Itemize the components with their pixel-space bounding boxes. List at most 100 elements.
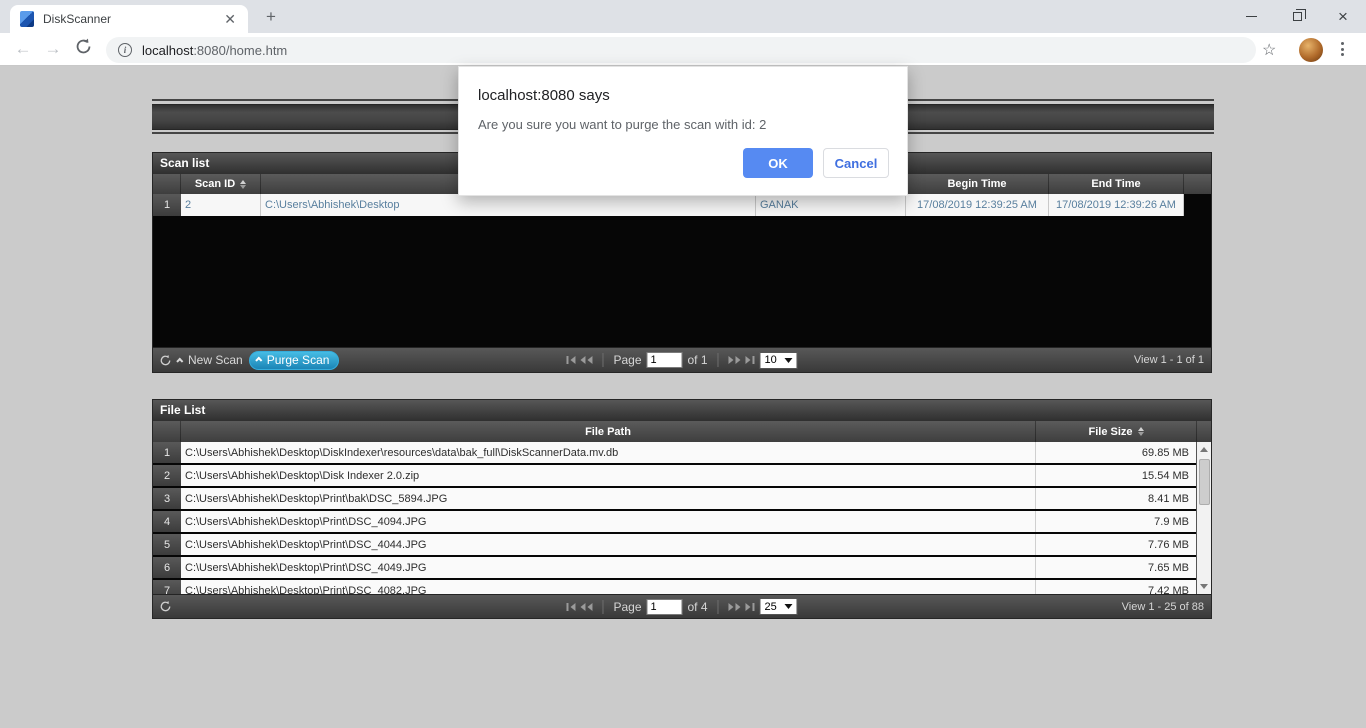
begin-time-cell: 17/08/2019 12:39:25 AM xyxy=(906,194,1049,216)
minimize-icon xyxy=(1245,16,1257,17)
tab-title: DiskScanner xyxy=(43,12,112,26)
arrow-down-icon xyxy=(1200,584,1208,589)
next-page-button[interactable] xyxy=(728,602,741,611)
file-size-cell: 7.76 MB xyxy=(1036,534,1197,555)
refresh-icon xyxy=(76,38,90,54)
end-time-column-header[interactable]: End Time xyxy=(1049,174,1184,194)
ok-button[interactable]: OK xyxy=(743,148,813,178)
first-page-button[interactable] xyxy=(566,602,576,611)
sort-icon xyxy=(1137,427,1144,436)
browser-menu-icon[interactable] xyxy=(1341,42,1344,56)
file-row[interactable]: 5 C:\Users\Abhishek\Desktop\Print\DSC_40… xyxy=(153,534,1211,555)
scan-id-cell: 2 xyxy=(181,194,261,216)
scan-id-header-label: Scan ID xyxy=(194,178,236,190)
page-label: Page xyxy=(613,599,642,614)
row-number-cell: 3 xyxy=(153,488,181,509)
file-list-caption: File List xyxy=(153,400,1211,421)
begin-time-header-label: Begin Time xyxy=(947,178,1007,190)
dialog-message: Are you sure you want to purge the scan … xyxy=(478,117,767,132)
file-size-cell: 8.41 MB xyxy=(1036,488,1197,509)
view-range-label: View 1 - 25 of 88 xyxy=(1121,600,1204,613)
tab-strip: DiskScanner ✕ + × xyxy=(0,0,1366,33)
file-list-pager: Page of 4 25 View 1 - 25 of 88 xyxy=(153,594,1211,618)
rownum-header xyxy=(153,421,181,442)
file-path-cell: C:\Users\Abhishek\Desktop\Disk Indexer 2… xyxy=(181,465,1036,486)
forward-button[interactable]: → xyxy=(38,39,68,59)
bookmark-star-icon[interactable]: ☆ xyxy=(1262,40,1276,60)
url-suffix: :8080/home.htm xyxy=(193,42,288,58)
scroll-down-button[interactable] xyxy=(1197,579,1212,594)
confirm-dialog: localhost:8080 says Are you sure you wan… xyxy=(458,66,908,196)
scan-row[interactable]: 1 2 C:\Users\Abhishek\Desktop GANAK 17/0… xyxy=(153,194,1211,216)
scan-directory-cell: C:\Users\Abhishek\Desktop xyxy=(261,194,756,216)
close-icon: × xyxy=(1338,7,1348,26)
restore-icon xyxy=(1292,9,1306,21)
file-list-header: File Path File Size xyxy=(153,421,1211,442)
page-number-input[interactable] xyxy=(646,352,683,368)
minimize-button[interactable] xyxy=(1228,0,1274,33)
purge-scan-label: Purge Scan xyxy=(266,352,330,367)
file-row[interactable]: 6 C:\Users\Abhishek\Desktop\Print\DSC_40… xyxy=(153,557,1211,578)
file-path-cell: C:\Users\Abhishek\Desktop\Print\DSC_4049… xyxy=(181,557,1036,578)
page-info-icon[interactable]: i xyxy=(118,43,132,57)
file-size-cell: 69.85 MB xyxy=(1036,442,1197,463)
file-row[interactable]: 2 C:\Users\Abhishek\Desktop\Disk Indexer… xyxy=(153,465,1211,486)
purge-scan-button[interactable]: Purge Scan xyxy=(248,350,340,370)
browser-tab[interactable]: DiskScanner ✕ xyxy=(10,5,248,33)
file-path-cell: C:\Users\Abhishek\Desktop\DiskIndexer\re… xyxy=(181,442,1036,463)
page-count-label: of 4 xyxy=(687,599,708,614)
reload-grid-icon[interactable] xyxy=(159,354,172,367)
scrollbar-thumb[interactable] xyxy=(1198,459,1210,505)
vertical-scrollbar[interactable] xyxy=(1196,442,1211,594)
new-scan-button[interactable]: New Scan xyxy=(176,353,243,367)
row-number-cell: 2 xyxy=(153,465,181,486)
file-row[interactable]: 7 C:\Users\Abhishek\Desktop\Print\DSC_40… xyxy=(153,580,1211,594)
back-button[interactable]: ← xyxy=(8,39,38,59)
row-number-cell: 1 xyxy=(153,442,181,463)
dropdown-arrow-icon xyxy=(784,357,793,363)
next-page-button[interactable] xyxy=(728,356,741,364)
chevron-up-icon xyxy=(176,357,184,365)
scan-id-column-header[interactable]: Scan ID xyxy=(181,174,261,194)
cancel-button[interactable]: Cancel xyxy=(823,148,889,178)
file-size-cell: 7.42 MB xyxy=(1036,580,1197,594)
scan-list-body: 1 2 C:\Users\Abhishek\Desktop GANAK 17/0… xyxy=(153,194,1211,347)
file-path-column-header[interactable]: File Path xyxy=(181,421,1036,442)
last-page-button[interactable] xyxy=(745,356,755,364)
computer-name-cell: GANAK xyxy=(756,194,906,216)
header-filler xyxy=(1197,421,1211,442)
file-path-header-label: File Path xyxy=(585,425,631,438)
scroll-up-button[interactable] xyxy=(1197,442,1212,457)
dialog-title: localhost:8080 says xyxy=(478,87,610,104)
chevron-up-icon xyxy=(254,356,263,364)
last-page-button[interactable] xyxy=(745,602,755,611)
reload-grid-icon[interactable] xyxy=(159,600,172,613)
file-size-column-header[interactable]: File Size xyxy=(1036,421,1197,442)
view-range-label: View 1 - 1 of 1 xyxy=(1133,354,1204,366)
begin-time-column-header[interactable]: Begin Time xyxy=(906,174,1049,194)
prev-page-button[interactable] xyxy=(580,356,593,364)
refresh-button[interactable] xyxy=(68,38,98,60)
file-row[interactable]: 3 C:\Users\Abhishek\Desktop\Print\bak\DS… xyxy=(153,488,1211,509)
page-size-select[interactable]: 10 xyxy=(759,351,798,369)
page-number-input[interactable] xyxy=(646,598,683,615)
tab-close-icon[interactable]: ✕ xyxy=(222,11,238,28)
sort-icon xyxy=(240,179,247,189)
prev-page-button[interactable] xyxy=(580,602,593,611)
header-filler xyxy=(1184,174,1211,194)
address-bar[interactable]: i localhost:8080/home.htm xyxy=(106,37,1256,63)
first-page-button[interactable] xyxy=(566,356,576,364)
file-row[interactable]: 4 C:\Users\Abhishek\Desktop\Print\DSC_40… xyxy=(153,511,1211,532)
file-path-cell: C:\Users\Abhishek\Desktop\Print\DSC_4094… xyxy=(181,511,1036,532)
page-size-select[interactable]: 25 xyxy=(759,598,798,615)
rownum-header xyxy=(153,174,181,194)
close-button[interactable]: × xyxy=(1320,0,1366,33)
end-time-header-label: End Time xyxy=(1091,178,1141,190)
avatar[interactable] xyxy=(1299,38,1323,62)
file-path-cell: C:\Users\Abhishek\Desktop\Print\DSC_4082… xyxy=(181,580,1036,594)
row-number-cell: 6 xyxy=(153,557,181,578)
restore-button[interactable] xyxy=(1274,0,1320,33)
new-tab-button[interactable]: + xyxy=(258,7,284,29)
file-list-body: 1 C:\Users\Abhishek\Desktop\DiskIndexer\… xyxy=(153,442,1211,594)
file-row[interactable]: 1 C:\Users\Abhishek\Desktop\DiskIndexer\… xyxy=(153,442,1211,463)
